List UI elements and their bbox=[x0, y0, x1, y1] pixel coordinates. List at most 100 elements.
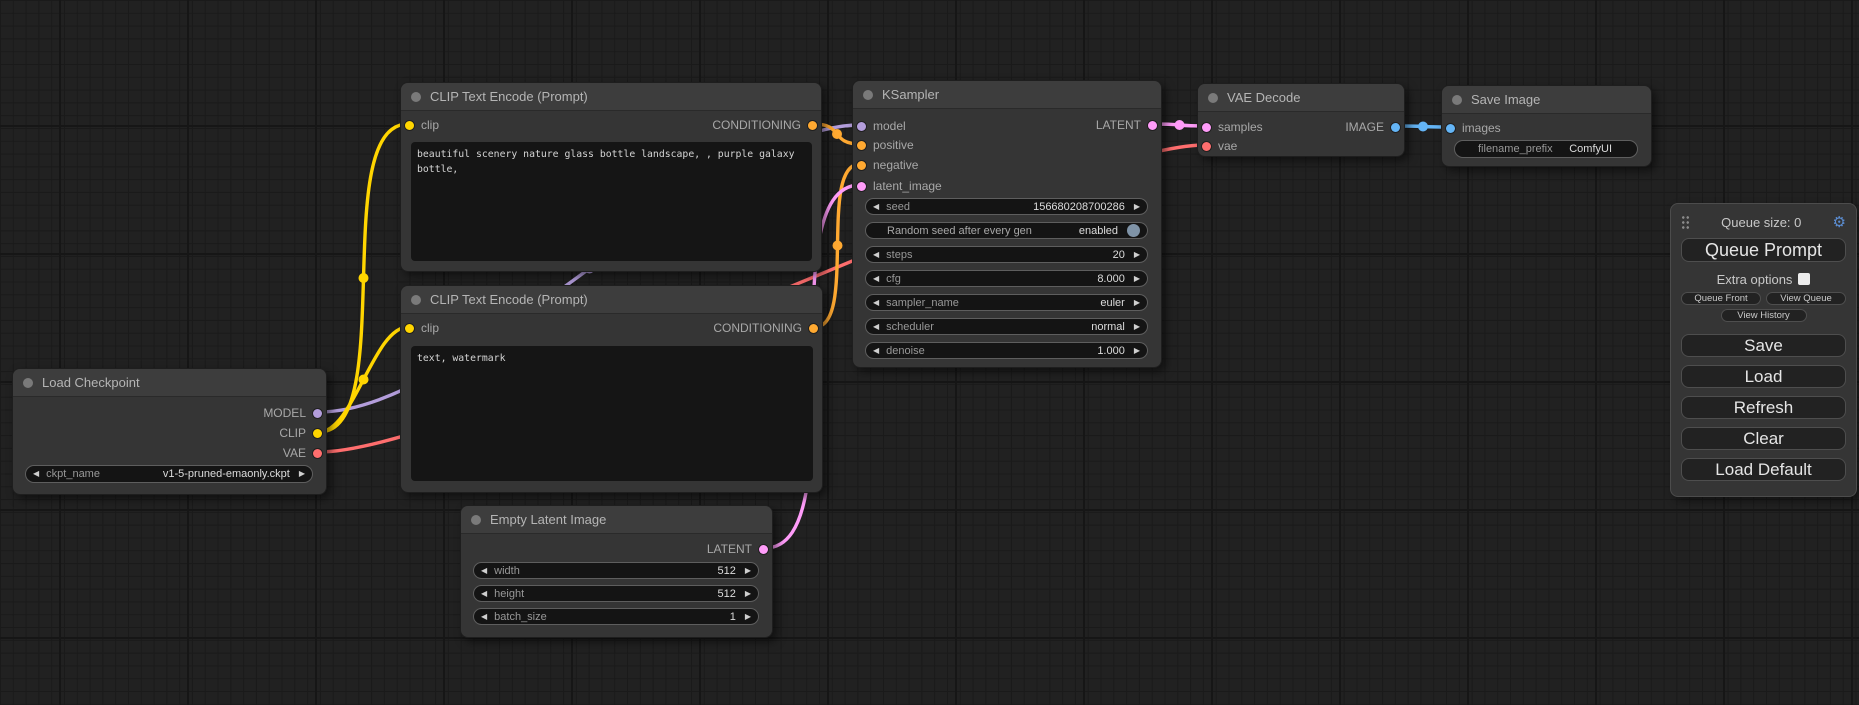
queue-front-button[interactable]: Queue Front bbox=[1681, 292, 1761, 305]
widget-batch_size[interactable]: ◀batch_size1▶ bbox=[473, 608, 759, 625]
increment-arrow-icon[interactable]: ▶ bbox=[1134, 299, 1140, 307]
collapse-dot-icon[interactable] bbox=[411, 92, 421, 102]
queue-prompt-button[interactable]: Queue Prompt bbox=[1681, 238, 1846, 262]
node-title-bar[interactable]: CLIP Text Encode (Prompt) bbox=[401, 286, 822, 314]
node-save-image[interactable]: Save Image images filename_prefixComfyUI bbox=[1441, 85, 1652, 167]
collapse-dot-icon[interactable] bbox=[23, 378, 33, 388]
decrement-arrow-icon[interactable]: ◀ bbox=[481, 567, 487, 575]
widget-seed[interactable]: ◀seed156680208700286▶ bbox=[865, 198, 1148, 215]
decrement-arrow-icon[interactable]: ◀ bbox=[873, 203, 879, 211]
widget-label: height bbox=[494, 588, 524, 600]
output-port-CONDITIONING-icon[interactable] bbox=[809, 324, 818, 333]
node-title: CLIP Text Encode (Prompt) bbox=[430, 89, 588, 104]
node-clip-text-encode-negative[interactable]: CLIP Text Encode (Prompt)clipCONDITIONIN… bbox=[400, 285, 823, 493]
increment-arrow-icon[interactable]: ▶ bbox=[745, 567, 751, 575]
increment-arrow-icon[interactable]: ▶ bbox=[1134, 275, 1140, 283]
input-slot-label: images bbox=[1462, 120, 1501, 136]
widget-denoise[interactable]: ◀denoise1.000▶ bbox=[865, 342, 1148, 359]
node-title-bar[interactable]: VAE Decode bbox=[1198, 84, 1404, 112]
settings-gear-icon[interactable]: ⚙ bbox=[1833, 215, 1846, 230]
node-title-bar[interactable]: KSampler bbox=[853, 81, 1161, 109]
widget-cfg[interactable]: ◀ cfg 8.000 ▶ bbox=[865, 270, 1148, 287]
refresh-button[interactable]: Refresh bbox=[1681, 396, 1846, 419]
increment-arrow-icon[interactable]: ▶ bbox=[745, 613, 751, 621]
clear-button[interactable]: Clear bbox=[1681, 427, 1846, 450]
widget-Random seed after every gen[interactable]: Random seed after every gen enabled bbox=[865, 222, 1148, 239]
view-history-button[interactable]: View History bbox=[1721, 309, 1807, 322]
node-load-checkpoint[interactable]: Load CheckpointMODELCLIPVAE◀ckpt_namev1-… bbox=[12, 368, 327, 495]
widget-label: cfg bbox=[886, 273, 901, 285]
node-title-bar[interactable]: CLIP Text Encode (Prompt) bbox=[401, 83, 821, 111]
decrement-arrow-icon[interactable]: ◀ bbox=[481, 590, 487, 598]
input-port-latent_image-icon[interactable] bbox=[857, 182, 866, 191]
decrement-arrow-icon[interactable]: ◀ bbox=[873, 299, 879, 307]
decrement-arrow-icon[interactable]: ◀ bbox=[873, 251, 879, 259]
decrement-arrow-icon[interactable]: ◀ bbox=[873, 347, 879, 355]
collapse-dot-icon[interactable] bbox=[411, 295, 421, 305]
output-slot-CONDITIONING: CONDITIONING bbox=[401, 320, 822, 336]
widget-ckpt_name[interactable]: ◀ckpt_namev1-5-pruned-emaonly.ckpt▶ bbox=[25, 465, 313, 483]
input-port-images-icon[interactable] bbox=[1446, 124, 1455, 133]
drag-handle-icon[interactable] bbox=[1681, 215, 1690, 229]
widget-width[interactable]: ◀width512▶ bbox=[473, 562, 759, 579]
widget-height[interactable]: ◀ height 512 ▶ bbox=[473, 585, 759, 602]
decrement-arrow-icon[interactable]: ◀ bbox=[873, 323, 879, 331]
node-ksampler[interactable]: KSamplermodelpositivenegativelatent_imag… bbox=[852, 80, 1162, 368]
output-slot-LATENT: LATENT bbox=[853, 117, 1161, 133]
input-slot-label: vae bbox=[1218, 138, 1237, 154]
increment-arrow-icon[interactable]: ▶ bbox=[299, 470, 305, 478]
output-slot-label: CONDITIONING bbox=[713, 320, 802, 336]
collapse-dot-icon[interactable] bbox=[1208, 93, 1218, 103]
collapse-dot-icon[interactable] bbox=[1452, 95, 1462, 105]
increment-arrow-icon[interactable]: ▶ bbox=[745, 590, 751, 598]
view-queue-button[interactable]: View Queue bbox=[1766, 292, 1846, 305]
output-port-LATENT-icon[interactable] bbox=[759, 545, 768, 554]
load-default-button[interactable]: Load Default bbox=[1681, 458, 1846, 481]
widget-value: 512 bbox=[717, 588, 735, 600]
prompt-textarea[interactable]: beautiful scenery nature glass bottle la… bbox=[411, 142, 812, 261]
node-title-bar[interactable]: Empty Latent Image bbox=[461, 506, 772, 534]
collapse-dot-icon[interactable] bbox=[863, 90, 873, 100]
input-port-negative-icon[interactable] bbox=[857, 161, 866, 170]
output-port-CLIP-icon[interactable] bbox=[313, 429, 322, 438]
decrement-arrow-icon[interactable]: ◀ bbox=[33, 470, 39, 478]
output-port-MODEL-icon[interactable] bbox=[313, 409, 322, 418]
input-port-vae-icon[interactable] bbox=[1202, 142, 1211, 151]
widget-label: seed bbox=[886, 201, 910, 213]
widget-filename_prefix[interactable]: filename_prefixComfyUI bbox=[1454, 140, 1638, 158]
output-slot-CLIP: CLIP bbox=[13, 425, 326, 441]
increment-arrow-icon[interactable]: ▶ bbox=[1134, 323, 1140, 331]
node-graph-canvas[interactable]: Load CheckpointMODELCLIPVAE◀ckpt_namev1-… bbox=[0, 0, 1859, 705]
node-clip-text-encode-positive[interactable]: CLIP Text Encode (Prompt)clipCONDITIONIN… bbox=[400, 82, 822, 272]
output-port-VAE-icon[interactable] bbox=[313, 449, 322, 458]
node-title: VAE Decode bbox=[1227, 90, 1300, 105]
node-title-bar[interactable]: Load Checkpoint bbox=[13, 369, 326, 397]
widget-value: 8.000 bbox=[1097, 273, 1125, 285]
widget-label: Random seed after every gen bbox=[887, 225, 1032, 237]
increment-arrow-icon[interactable]: ▶ bbox=[1134, 347, 1140, 355]
extra-options-checkbox[interactable] bbox=[1798, 273, 1810, 285]
widget-value: enabled bbox=[1079, 225, 1118, 237]
node-empty-latent-image[interactable]: Empty Latent ImageLATENT◀width512▶◀heigh… bbox=[460, 505, 773, 638]
widget-steps[interactable]: ◀steps20▶ bbox=[865, 246, 1148, 263]
output-port-LATENT-icon[interactable] bbox=[1148, 121, 1157, 130]
save-button[interactable]: Save bbox=[1681, 334, 1846, 357]
load-button[interactable]: Load bbox=[1681, 365, 1846, 388]
input-port-positive-icon[interactable] bbox=[857, 141, 866, 150]
toggle-indicator-icon[interactable] bbox=[1127, 224, 1140, 237]
decrement-arrow-icon[interactable]: ◀ bbox=[873, 275, 879, 283]
decrement-arrow-icon[interactable]: ◀ bbox=[481, 613, 487, 621]
output-slot-VAE: VAE bbox=[13, 445, 326, 461]
output-slot-label: VAE bbox=[283, 445, 306, 461]
collapse-dot-icon[interactable] bbox=[471, 515, 481, 525]
output-port-IMAGE-icon[interactable] bbox=[1391, 123, 1400, 132]
increment-arrow-icon[interactable]: ▶ bbox=[1134, 203, 1140, 211]
prompt-textarea[interactable]: text, watermark bbox=[411, 346, 813, 481]
widget-scheduler[interactable]: ◀schedulernormal▶ bbox=[865, 318, 1148, 335]
output-port-CONDITIONING-icon[interactable] bbox=[808, 121, 817, 130]
node-vae-decode[interactable]: VAE DecodesamplesvaeIMAGE bbox=[1197, 83, 1405, 157]
widget-sampler_name[interactable]: ◀sampler_nameeuler▶ bbox=[865, 294, 1148, 311]
extra-options-label: Extra options bbox=[1717, 272, 1793, 287]
node-title-bar[interactable]: Save Image bbox=[1442, 86, 1651, 114]
increment-arrow-icon[interactable]: ▶ bbox=[1134, 251, 1140, 259]
